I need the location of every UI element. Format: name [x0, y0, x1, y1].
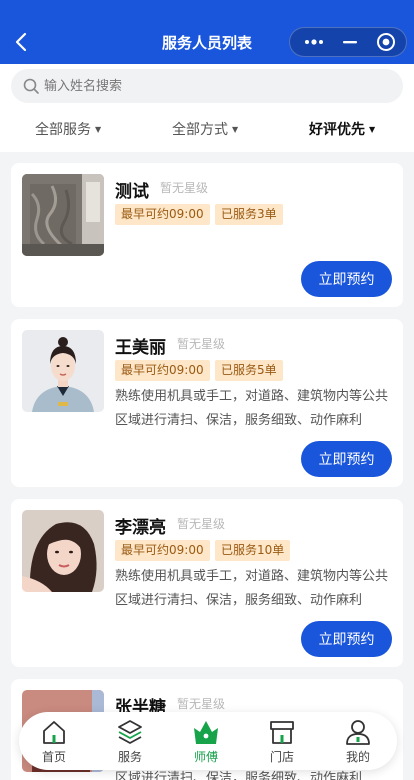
search-filter-area: 全部服务 ▼ 全部方式 ▼ 好评优先 ▼ — [0, 64, 414, 152]
bottom-tab-bar: 首页 服务 师傅 门店 我的 — [19, 712, 397, 770]
nav-bar: 服务人员列表 — [0, 0, 414, 64]
staff-name: 李漂亮 — [115, 518, 166, 538]
caret-down-icon: ▼ — [232, 125, 239, 134]
filter-sort-label: 好评优先 — [309, 122, 365, 138]
tab-mine[interactable]: 我的 — [328, 712, 388, 770]
staff-description: 熟练使用机具或手工，对道路、建筑物内等公共区域进行清扫、保洁，服务细致、动作麻利 — [115, 389, 389, 428]
user-icon — [346, 720, 370, 745]
search-icon — [23, 78, 39, 94]
staff-avatar — [22, 510, 104, 592]
store-icon — [270, 721, 294, 744]
caret-down-icon: ▼ — [95, 125, 102, 134]
filter-service-label: 全部服务 — [35, 122, 91, 138]
layers-icon — [118, 720, 142, 744]
staff-name: 王美丽 — [115, 338, 166, 358]
caret-down-icon: ▼ — [369, 125, 376, 134]
home-icon — [43, 721, 65, 744]
staff-name: 测试 — [115, 182, 149, 202]
search-input[interactable] — [44, 69, 384, 103]
filter-service[interactable]: 全部服务 ▼ — [35, 119, 101, 139]
staff-card[interactable]: 测试 暂无星级 最早可约09:00 已服务3单 立即预约 — [11, 163, 403, 307]
filter-sort[interactable]: 好评优先 ▼ — [309, 119, 375, 139]
tab-mine-label: 我的 — [345, 750, 370, 764]
book-now-button[interactable]: 立即预约 — [301, 621, 392, 657]
tab-service[interactable]: 服务 — [100, 712, 160, 770]
earliest-time-tag: 最早可约09:00 — [115, 540, 210, 561]
staff-description: 熟练使用机具或手工，对道路、建筑物内等公共区域进行清扫、保洁，服务细致、动作麻利 — [115, 569, 389, 608]
tab-store[interactable]: 门店 — [252, 712, 312, 770]
rating-text: 暂无星级 — [177, 337, 226, 351]
filter-method-label: 全部方式 — [172, 122, 228, 138]
rating-text: 暂无星级 — [160, 181, 209, 195]
close-target-icon[interactable] — [372, 28, 400, 56]
minimize-icon[interactable] — [336, 28, 364, 56]
tab-master-label: 师傅 — [193, 750, 218, 764]
crown-icon — [194, 721, 218, 744]
staff-avatar — [22, 174, 104, 256]
tab-home-label: 首页 — [41, 750, 66, 764]
mini-program-capsule — [289, 27, 407, 57]
earliest-time-tag: 最早可约09:00 — [115, 204, 210, 225]
book-now-button[interactable]: 立即预约 — [301, 441, 392, 477]
rating-text: 暂无星级 — [177, 697, 226, 711]
served-count-tag: 已服务5单 — [215, 360, 283, 381]
tab-store-label: 门店 — [269, 750, 294, 764]
more-dots-icon[interactable] — [300, 28, 328, 56]
staff-card[interactable]: 王美丽 暂无星级 最早可约09:00 已服务5单 熟练使用机具或手工，对道路、建… — [11, 319, 403, 487]
book-now-button[interactable]: 立即预约 — [301, 261, 392, 297]
tab-home[interactable]: 首页 — [24, 712, 84, 770]
staff-card[interactable]: 李漂亮 暂无星级 最早可约09:00 已服务10单 熟练使用机具或手工，对道路、… — [11, 499, 403, 667]
search-box[interactable] — [11, 69, 403, 103]
tab-service-label: 服务 — [117, 750, 142, 764]
rating-text: 暂无星级 — [177, 517, 226, 531]
staff-avatar — [22, 330, 104, 412]
filter-method[interactable]: 全部方式 ▼ — [172, 119, 238, 139]
served-count-tag: 已服务3单 — [215, 204, 283, 225]
tab-master[interactable]: 师傅 — [176, 712, 236, 770]
served-count-tag: 已服务10单 — [215, 540, 291, 561]
earliest-time-tag: 最早可约09:00 — [115, 360, 210, 381]
